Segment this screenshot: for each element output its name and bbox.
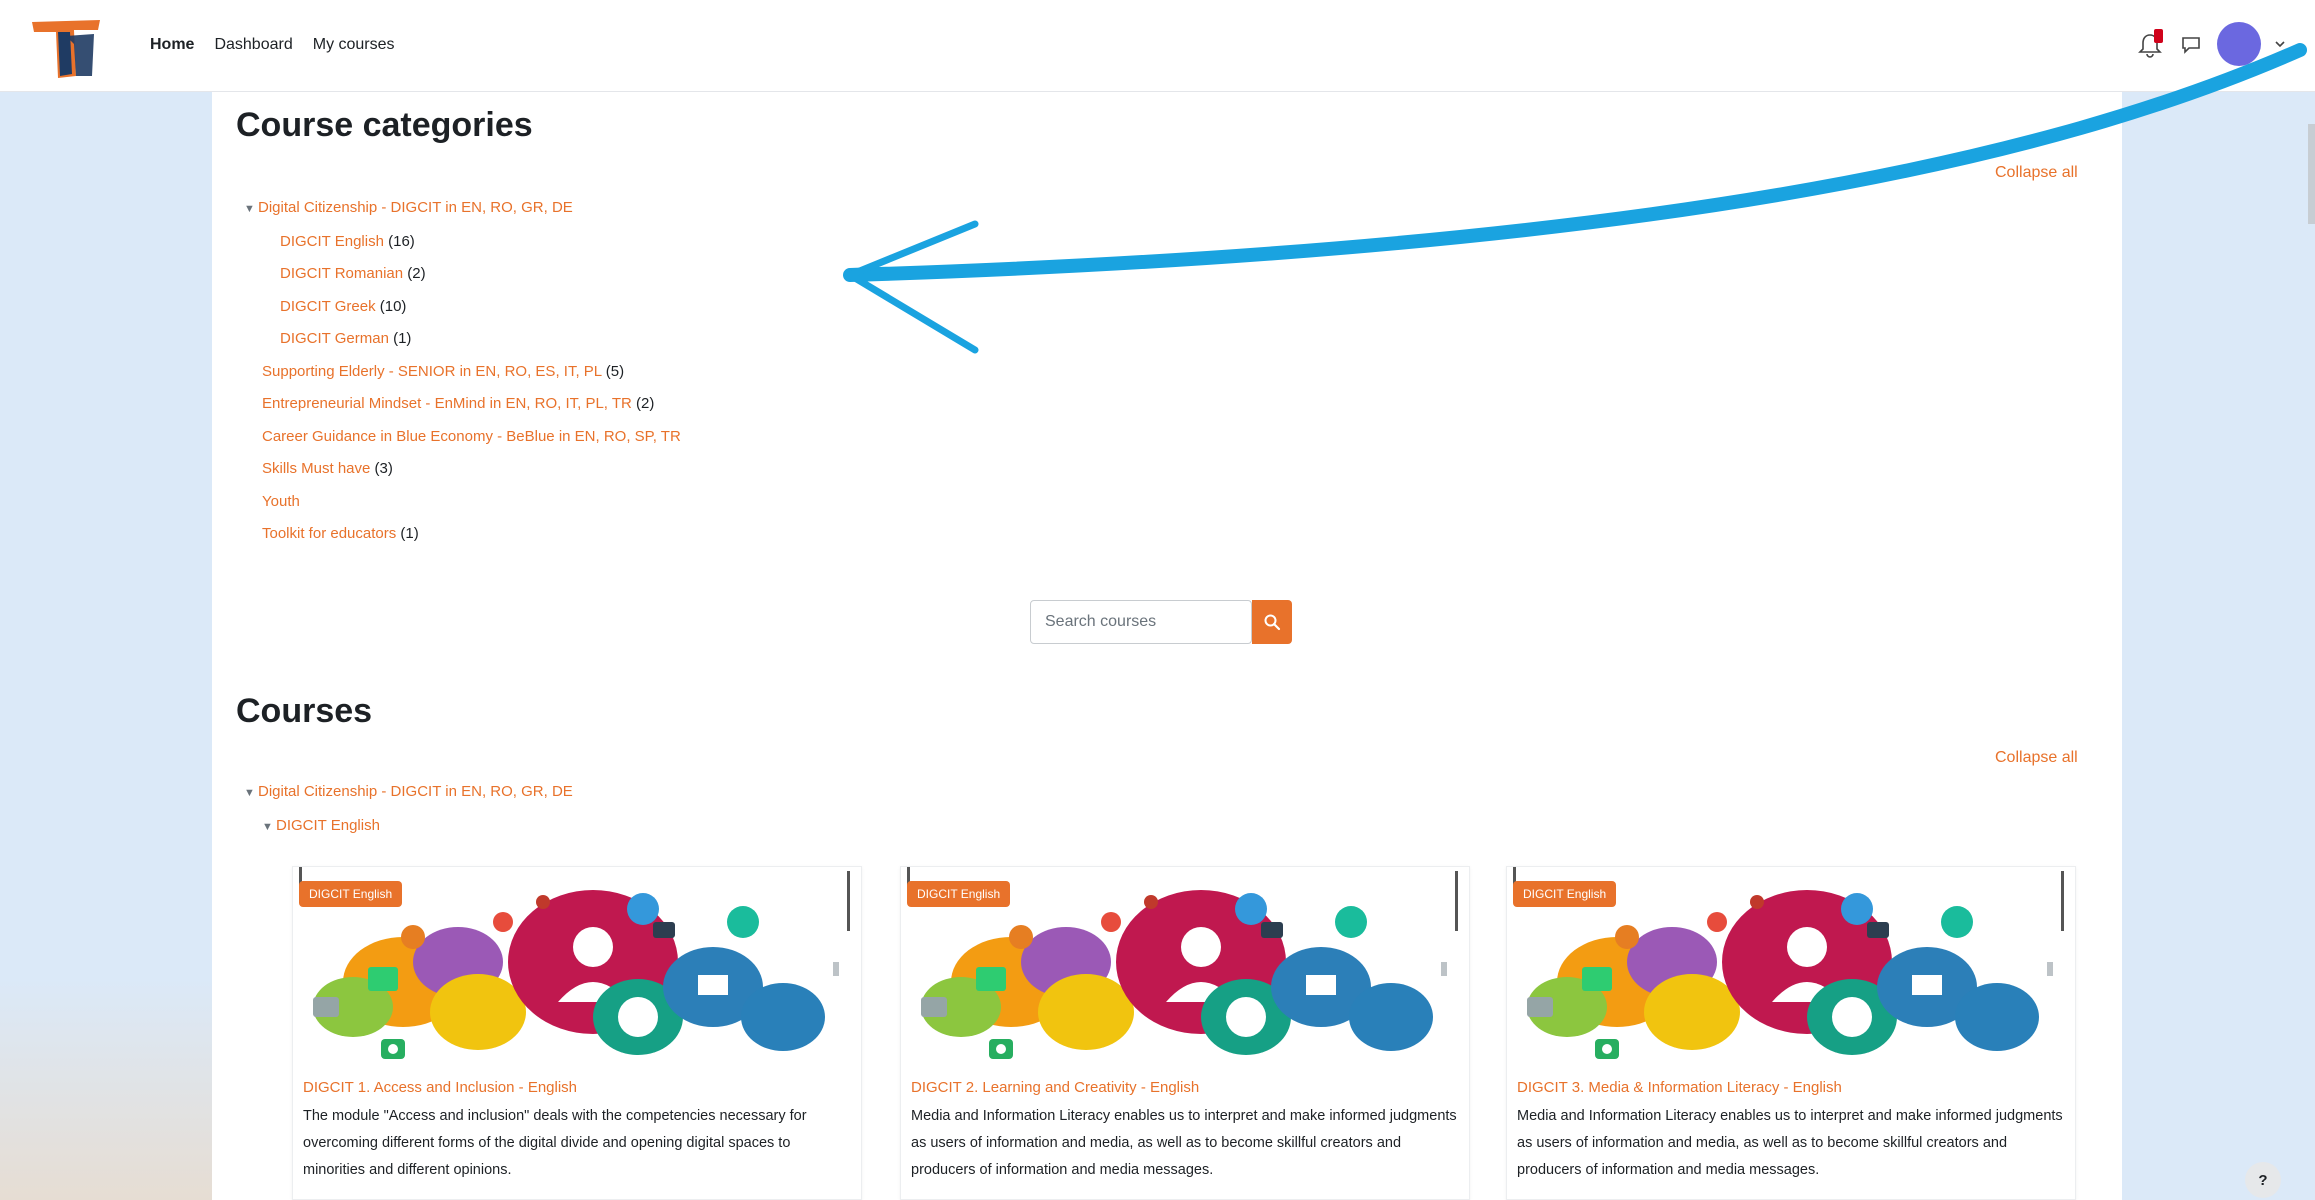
course-title-link[interactable]: DIGCIT 1. Access and Inclusion - English — [303, 1079, 577, 1096]
tree-item-label[interactable]: Digital Citizenship - DIGCIT in EN, RO, … — [258, 199, 573, 216]
course-count: (16) — [383, 232, 415, 250]
tree-item[interactable]: DIGCIT Greek (10) — [244, 291, 681, 324]
tree-item[interactable]: Youth — [244, 486, 681, 519]
course-count: (10) — [375, 297, 407, 315]
tree-item[interactable]: Toolkit for educators (1) — [244, 518, 681, 551]
left-gutter — [0, 92, 212, 1200]
course-count: (1) — [388, 330, 412, 347]
notifications-bell-icon[interactable] — [2137, 29, 2165, 59]
course-card[interactable]: DIGCIT English DIGCIT 2. Learning and Cr… — [900, 866, 1470, 1200]
tree-item[interactable]: ▼ Digital Citizenship - DIGCIT in EN, RO,… — [244, 192, 681, 226]
course-card[interactable]: DIGCIT English DIGCIT 1. Access and Incl… — [292, 866, 862, 1200]
course-count: (2) — [631, 395, 655, 412]
tree-item-label[interactable]: Entrepreneurial Mindset - EnMind in EN, … — [262, 395, 632, 412]
courses-title: Courses — [236, 692, 373, 730]
tree-item[interactable]: DIGCIT Romanian (2) — [244, 258, 681, 291]
tree-item-label[interactable]: Skills Must have — [262, 460, 370, 477]
top-navbar: Home Dashboard My courses — [0, 0, 2315, 92]
course-count: (2) — [403, 265, 426, 282]
tree-item[interactable]: Supporting Elderly - SENIOR in EN, RO, E… — [244, 356, 681, 389]
tree-item[interactable]: ▼ DIGCIT English — [244, 810, 573, 844]
right-gutter — [2122, 92, 2315, 1200]
courses-collapse-all-link[interactable]: Collapse all — [1995, 749, 2078, 767]
tree-item-label[interactable]: DIGCIT German — [280, 330, 389, 347]
course-category-tree: ▼ Digital Citizenship - DIGCIT in EN, RO,… — [244, 776, 573, 843]
tree-item-label[interactable]: Digital Citizenship - DIGCIT in EN, RO, … — [258, 783, 573, 800]
search-submit-button[interactable] — [1252, 600, 1292, 644]
messages-chat-icon[interactable] — [2179, 32, 2203, 56]
tree-item[interactable]: DIGCIT English (16) — [244, 226, 681, 259]
nav-home-link[interactable]: Home — [150, 36, 194, 54]
expand-toggle-icon[interactable]: ▼ — [262, 811, 276, 844]
page-scrollbar[interactable] — [2308, 124, 2315, 224]
tree-item[interactable]: ▼ Digital Citizenship - DIGCIT in EN, RO,… — [244, 776, 573, 810]
expand-toggle-icon[interactable]: ▼ — [244, 777, 258, 810]
tree-item[interactable]: DIGCIT German (1) — [244, 323, 681, 356]
tree-item-label[interactable]: Career Guidance in Blue Economy - BeBlue… — [262, 428, 681, 445]
help-button[interactable]: ? — [2245, 1162, 2281, 1198]
tree-item-label[interactable]: Supporting Elderly - SENIOR in EN, RO, E… — [262, 363, 602, 380]
tree-item[interactable]: Entrepreneurial Mindset - EnMind in EN, … — [244, 388, 681, 421]
notification-badge — [2154, 29, 2163, 43]
site-logo[interactable] — [28, 16, 104, 80]
tree-item-label[interactable]: Youth — [262, 493, 300, 510]
course-category-badge: DIGCIT English — [299, 881, 403, 907]
course-count: (5) — [601, 362, 625, 380]
tree-item-label[interactable]: DIGCIT Romanian — [280, 265, 403, 282]
course-summary: Media and Information Literacy enables u… — [911, 1108, 1457, 1178]
tree-item[interactable]: Skills Must have (3) — [244, 453, 681, 486]
category-tree: ▼ Digital Citizenship - DIGCIT in EN, RO,… — [244, 192, 681, 551]
course-count: (1) — [396, 525, 419, 542]
categories-collapse-all-link[interactable]: Collapse all — [1995, 164, 2078, 182]
search-icon — [1264, 614, 1281, 631]
tree-item[interactable]: Career Guidance in Blue Economy - BeBlue… — [244, 421, 681, 454]
course-categories-title: Course categories — [236, 106, 533, 144]
course-count: (3) — [370, 460, 393, 477]
course-summary: The module "Access and inclusion" deals … — [303, 1108, 807, 1178]
course-title-link[interactable]: DIGCIT 2. Learning and Creativity - Engl… — [911, 1079, 1199, 1096]
course-title-link[interactable]: DIGCIT 3. Media & Information Literacy -… — [1517, 1079, 1842, 1096]
chevron-down-icon[interactable] — [2275, 39, 2285, 49]
nav-my-courses-link[interactable]: My courses — [313, 36, 395, 54]
tree-item-label[interactable]: Toolkit for educators — [262, 525, 396, 542]
user-avatar[interactable] — [2217, 22, 2261, 66]
search-courses-input[interactable]: Search courses — [1030, 600, 1252, 644]
course-category-badge: DIGCIT English — [907, 881, 1011, 907]
tree-item-label[interactable]: DIGCIT English — [280, 233, 384, 250]
expand-toggle-icon[interactable]: ▼ — [244, 193, 258, 226]
tree-item-label[interactable]: DIGCIT English — [276, 817, 380, 834]
course-category-badge: DIGCIT English — [1513, 881, 1617, 907]
course-summary: Media and Information Literacy enables u… — [1517, 1108, 2063, 1178]
tree-item-label[interactable]: DIGCIT Greek — [280, 298, 376, 315]
nav-dashboard-link[interactable]: Dashboard — [214, 36, 292, 54]
course-card[interactable]: DIGCIT English DIGCIT 3. Media & Informa… — [1506, 866, 2076, 1200]
